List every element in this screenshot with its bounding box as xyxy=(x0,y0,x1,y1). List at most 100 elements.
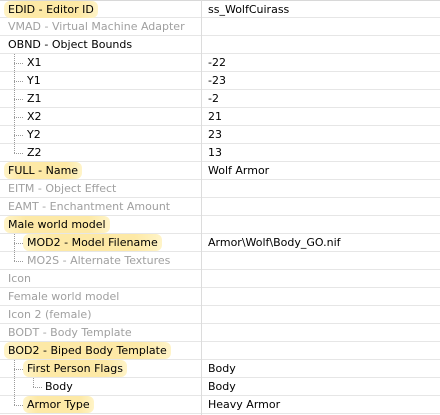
record-name-cell[interactable]: OBND - Object Bounds xyxy=(0,36,201,53)
record-name-cell[interactable]: X1 xyxy=(0,54,201,71)
record-row[interactable]: EDID - Editor ID ss_WolfCuirass xyxy=(0,0,440,18)
record-value-cell[interactable]: Body xyxy=(208,378,438,395)
record-name-cell[interactable]: Armor Type xyxy=(0,396,201,413)
record-name-cell[interactable]: Female world model xyxy=(0,288,201,305)
tree-connector-horizontal xyxy=(14,81,23,82)
record-name-cell[interactable]: Icon xyxy=(0,270,201,287)
tree-connector-horizontal xyxy=(14,99,23,100)
record-name-label: Body xyxy=(45,380,73,393)
record-name-label: Icon 2 (female) xyxy=(8,308,92,321)
tree-connector-horizontal xyxy=(14,405,23,406)
tree-connector-horizontal xyxy=(14,63,23,64)
record-name-cell[interactable]: Male world model xyxy=(0,216,201,233)
record-name-label: VMAD - Virtual Machine Adapter xyxy=(8,20,185,33)
record-row[interactable]: First Person Flags Body xyxy=(0,360,440,378)
record-value-cell[interactable] xyxy=(208,198,438,215)
record-row[interactable]: Male world model xyxy=(0,216,440,234)
record-name-cell[interactable]: BOD2 - Biped Body Template xyxy=(0,342,201,359)
record-row[interactable]: Icon xyxy=(0,270,440,288)
record-value-cell[interactable]: Wolf Armor xyxy=(208,162,438,179)
record-row[interactable]: Z1 -2 xyxy=(0,90,440,108)
record-name-cell[interactable]: BODT - Body Template xyxy=(0,324,201,341)
record-name-cell[interactable]: Body xyxy=(0,378,201,395)
record-value-cell[interactable] xyxy=(208,216,438,233)
record-name-label: Y1 xyxy=(27,74,41,87)
record-name-label: Y2 xyxy=(27,128,41,141)
tree-connector-vertical xyxy=(14,234,15,261)
record-value-cell[interactable] xyxy=(208,180,438,197)
record-value-cell[interactable]: Heavy Armor xyxy=(208,396,438,413)
record-name-cell[interactable]: MO2S - Alternate Textures xyxy=(0,252,201,269)
record-value-cell[interactable]: -23 xyxy=(208,72,438,89)
record-row[interactable]: Y2 23 xyxy=(0,126,440,144)
record-row[interactable]: EITM - Object Effect xyxy=(0,180,440,198)
record-name-label: EITM - Object Effect xyxy=(8,182,117,195)
record-row[interactable]: X1 -22 xyxy=(0,54,440,72)
record-name-cell[interactable]: Z1 xyxy=(0,90,201,107)
record-row[interactable]: Icon 2 (female) xyxy=(0,306,440,324)
record-row[interactable]: BOD2 - Biped Body Template xyxy=(0,342,440,360)
record-name-cell[interactable]: Icon 2 (female) xyxy=(0,306,201,323)
record-name-cell[interactable]: Z2 xyxy=(0,144,201,161)
record-value-cell[interactable] xyxy=(208,288,438,305)
record-value-cell[interactable] xyxy=(208,270,438,287)
record-name-label: EDID - Editor ID xyxy=(4,1,98,18)
record-name-label: EAMT - Enchantment Amount xyxy=(8,200,171,213)
record-name-label: X1 xyxy=(27,56,42,69)
column-divider[interactable] xyxy=(201,0,202,415)
record-name-cell[interactable]: X2 xyxy=(0,108,201,125)
record-row[interactable]: Z2 13 xyxy=(0,144,440,162)
record-name-label: Z2 xyxy=(27,146,42,159)
record-value-cell[interactable] xyxy=(208,342,438,359)
record-name-label: BODT - Body Template xyxy=(8,326,132,339)
record-name-label: First Person Flags xyxy=(23,360,127,377)
record-view-grid: EDID - Editor ID ss_WolfCuirass VMAD - Vir… xyxy=(0,0,440,414)
record-name-cell[interactable]: EAMT - Enchantment Amount xyxy=(0,198,201,215)
record-value-cell[interactable]: ss_WolfCuirass xyxy=(208,1,438,18)
record-row[interactable]: Body Body xyxy=(0,378,440,396)
record-value-cell[interactable]: Armor\Wolf\Body_GO.nif xyxy=(208,234,438,251)
record-name-label: Armor Type xyxy=(23,396,94,413)
record-name-cell[interactable]: EDID - Editor ID xyxy=(0,1,201,18)
record-value-cell[interactable]: 23 xyxy=(208,126,438,143)
record-row[interactable]: BODT - Body Template xyxy=(0,324,440,342)
record-name-cell[interactable]: FULL - Name xyxy=(0,162,201,179)
record-value-cell[interactable] xyxy=(208,36,438,53)
record-name-label: X2 xyxy=(27,110,42,123)
tree-connector-horizontal xyxy=(14,135,23,136)
record-value-cell[interactable] xyxy=(208,324,438,341)
record-name-cell[interactable]: Y1 xyxy=(0,72,201,89)
record-row[interactable]: MOD2 - Model Filename Armor\Wolf\Body_GO.… xyxy=(0,234,440,252)
record-value-cell[interactable]: Body xyxy=(208,360,438,377)
record-row[interactable]: MO2S - Alternate Textures xyxy=(0,252,440,270)
tree-connector-horizontal xyxy=(14,117,23,118)
record-name-label: FULL - Name xyxy=(4,162,83,179)
record-value-cell[interactable] xyxy=(208,252,438,269)
record-name-cell[interactable]: MOD2 - Model Filename xyxy=(0,234,201,251)
record-name-label: Female world model xyxy=(8,290,120,303)
record-row[interactable]: Female world model xyxy=(0,288,440,306)
record-name-cell[interactable]: Y2 xyxy=(0,126,201,143)
record-name-cell[interactable]: EITM - Object Effect xyxy=(0,180,201,197)
record-name-label: Icon xyxy=(8,272,31,285)
tree-connector-horizontal xyxy=(14,243,23,244)
tree-connector-horizontal xyxy=(33,387,42,388)
record-row[interactable]: Armor Type Heavy Armor xyxy=(0,396,440,414)
record-value-cell[interactable] xyxy=(208,306,438,323)
record-name-label: BOD2 - Biped Body Template xyxy=(4,342,171,359)
record-row[interactable]: Y1 -23 xyxy=(0,72,440,90)
record-value-cell[interactable] xyxy=(208,18,438,35)
record-value-cell[interactable]: 13 xyxy=(208,144,438,161)
record-name-cell[interactable]: First Person Flags xyxy=(0,360,201,377)
record-row[interactable]: OBND - Object Bounds xyxy=(0,36,440,54)
record-value-cell[interactable]: -2 xyxy=(208,90,438,107)
record-row[interactable]: EAMT - Enchantment Amount xyxy=(0,198,440,216)
tree-connector-vertical xyxy=(14,54,15,153)
record-row[interactable]: VMAD - Virtual Machine Adapter xyxy=(0,18,440,36)
record-row[interactable]: FULL - Name Wolf Armor xyxy=(0,162,440,180)
record-value-cell[interactable]: -22 xyxy=(208,54,438,71)
record-name-cell[interactable]: VMAD - Virtual Machine Adapter xyxy=(0,18,201,35)
record-row[interactable]: X2 21 xyxy=(0,108,440,126)
record-value-cell[interactable]: 21 xyxy=(208,108,438,125)
record-name-label: MO2S - Alternate Textures xyxy=(27,254,171,267)
